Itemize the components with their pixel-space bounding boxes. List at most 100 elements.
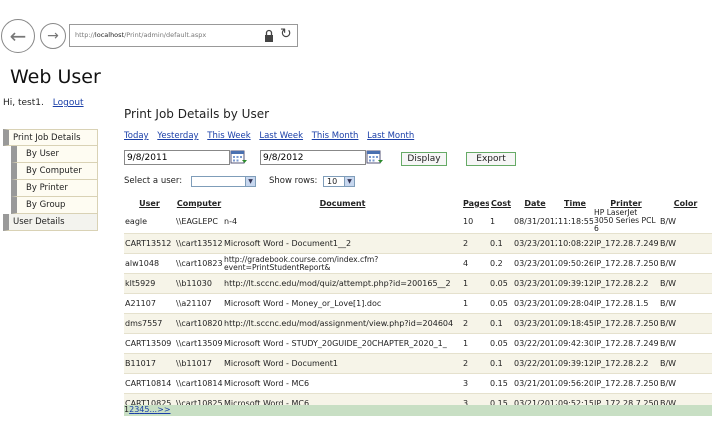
menu-item-by-group[interactable]: By Group — [11, 197, 98, 214]
browser-toolbar: ← → http://localhost/Print/admin/default… — [0, 0, 712, 53]
header-document[interactable]: Document — [223, 197, 462, 209]
cell-computer: \\cart13512 — [175, 233, 223, 254]
address-url: http://localhost/Print/admin/default.asp… — [75, 31, 207, 39]
cell-computer: \\b11017 — [175, 353, 223, 374]
date-range-links: Today Yesterday This Week Last Week This… — [124, 131, 420, 141]
menu-item-by-computer[interactable]: By Computer — [11, 163, 98, 180]
header-color[interactable]: Color — [659, 197, 712, 209]
select-user-dropdown[interactable]: ▼ — [191, 176, 256, 187]
calendar-icon[interactable] — [230, 150, 248, 165]
cell-color: B/W — [659, 233, 712, 254]
cell-color: B/W — [659, 209, 712, 234]
cell-document: Microsoft Word - MC6 — [223, 373, 462, 394]
cell-pages: 4 — [462, 253, 489, 274]
export-button[interactable]: Export — [466, 152, 516, 166]
table-header-row: User Computer Document Pages Cost Date Time Pri… — [124, 197, 712, 209]
cell-user: alw1048 — [124, 253, 175, 274]
cell-color: B/W — [659, 273, 712, 294]
menu-item-print-job-details[interactable]: Print Job Details — [3, 129, 98, 146]
lock-icon — [265, 29, 273, 42]
back-arrow-icon: ← — [9, 24, 27, 48]
page-title: Print Job Details by User — [124, 107, 270, 121]
logout-link[interactable]: Logout — [53, 98, 84, 108]
chevron-down-icon: ▼ — [245, 177, 255, 186]
cell-cost: 0.05 — [489, 333, 513, 354]
menu-item-by-user[interactable]: By User — [11, 146, 98, 163]
header-computer[interactable]: Computer — [175, 197, 223, 209]
cell-date: 03/23/2012 — [513, 293, 557, 314]
start-date-input[interactable] — [124, 150, 230, 165]
cell-pages: 1 — [462, 273, 489, 294]
cell-cost: 0.1 — [489, 233, 513, 254]
link-today[interactable]: Today — [124, 131, 149, 141]
cell-document: Microsoft Word - Document1__2 — [223, 233, 462, 254]
header-user[interactable]: User — [124, 197, 175, 209]
back-button[interactable]: ← — [1, 19, 35, 53]
pager-link[interactable]: >> — [157, 405, 170, 414]
app-title: Web User — [10, 66, 101, 88]
header-date[interactable]: Date — [513, 197, 557, 209]
calendar-icon[interactable] — [366, 150, 384, 165]
link-this-week[interactable]: This Week — [207, 131, 250, 141]
display-button[interactable]: Display — [401, 152, 447, 166]
cell-date: 03/22/2012 — [513, 353, 557, 374]
show-rows-dropdown[interactable]: 10 ▼ — [323, 176, 355, 187]
forward-arrow-icon: → — [47, 28, 59, 44]
cell-time: 09:56:20 — [557, 373, 593, 394]
header-printer[interactable]: Printer — [593, 197, 659, 209]
table-row: klt5929 \\b11030 http://lt.sccnc.edu/mod/q… — [124, 273, 712, 294]
pager: 12345...>> — [124, 405, 712, 416]
menu-item-by-printer[interactable]: By Printer — [11, 180, 98, 197]
link-last-week[interactable]: Last Week — [259, 131, 303, 141]
refresh-icon[interactable]: ↻ — [280, 26, 292, 42]
cell-pages: 3 — [462, 373, 489, 394]
cell-time: 09:42:30 — [557, 333, 593, 354]
cell-time: 09:39:12 — [557, 353, 593, 374]
link-yesterday[interactable]: Yesterday — [157, 131, 198, 141]
cell-document: Microsoft Word - STUDY_20GUIDE_20CHAPTER… — [223, 333, 462, 354]
cell-cost: 0.1 — [489, 353, 513, 374]
cell-user: B11017 — [124, 353, 175, 374]
header-cost[interactable]: Cost — [489, 197, 513, 209]
cell-cost: 0.05 — [489, 293, 513, 314]
greeting-text: Hi, test1. — [3, 98, 44, 108]
cell-date: 03/22/2012 — [513, 333, 557, 354]
cell-pages: 2 — [462, 233, 489, 254]
header-pages[interactable]: Pages — [462, 197, 489, 209]
cell-printer: IP_172.28.7.250 — [593, 313, 659, 334]
address-bar[interactable]: http://localhost/Print/admin/default.asp… — [69, 24, 298, 47]
header-time[interactable]: Time — [557, 197, 593, 209]
cell-computer: \\cart10823 — [175, 253, 223, 274]
cell-printer: IP_172.28.7.250 — [593, 253, 659, 274]
cell-color: B/W — [659, 333, 712, 354]
cell-printer: HP LaserJet 3050 Series PCL 6 — [593, 209, 659, 234]
cell-printer: IP_172.28.7.249 — [593, 233, 659, 254]
cell-color: B/W — [659, 373, 712, 394]
cell-printer: IP_172.28.1.5 — [593, 293, 659, 314]
cell-time: 10:08:22 — [557, 233, 593, 254]
cell-time: 09:28:04 — [557, 293, 593, 314]
menu-item-user-details[interactable]: User Details — [3, 214, 98, 231]
cell-user: klt5929 — [124, 273, 175, 294]
cell-user: CART13512 — [124, 233, 175, 254]
cell-date: 03/23/2012 — [513, 233, 557, 254]
cell-cost: 0.2 — [489, 253, 513, 274]
chevron-down-icon: ▼ — [344, 177, 354, 186]
cell-cost: 1 — [489, 209, 513, 234]
cell-document: n-4 — [223, 209, 462, 234]
cell-color: B/W — [659, 353, 712, 374]
cell-printer: IP_172.28.7.249 — [593, 333, 659, 354]
table-row: eagle \\EAGLEPC n-4 10 1 08/31/2012 11:18:55 HP… — [124, 209, 712, 234]
cell-document: http://lt.sccnc.edu/mod/quiz/attempt.php… — [223, 273, 462, 294]
end-date-input[interactable] — [260, 150, 366, 165]
cell-pages: 2 — [462, 313, 489, 334]
user-greeting-bar: Hi, test1. Logout — [3, 98, 84, 108]
cell-cost: 0.05 — [489, 273, 513, 294]
pager-link[interactable]: ... — [149, 405, 157, 414]
link-last-month[interactable]: Last Month — [367, 131, 414, 141]
link-this-month[interactable]: This Month — [312, 131, 359, 141]
table-row: dms7557 \\cart10820 http://lt.sccnc.edu/mo… — [124, 313, 712, 334]
forward-button[interactable]: → — [40, 23, 66, 49]
cell-document: Microsoft Word - Money_or_Love[1].doc — [223, 293, 462, 314]
cell-date: 08/31/2012 — [513, 209, 557, 234]
